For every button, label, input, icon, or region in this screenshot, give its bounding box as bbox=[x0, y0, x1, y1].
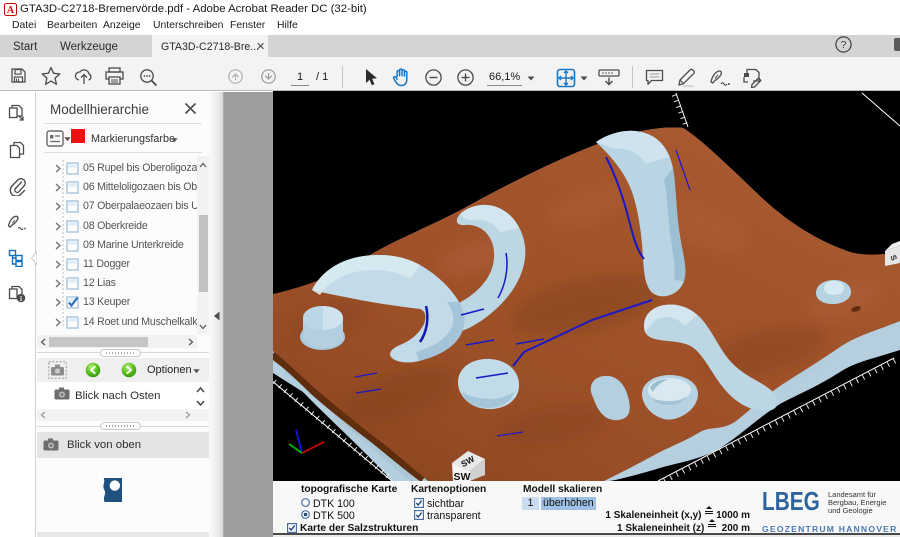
svg-text:A: A bbox=[7, 5, 15, 16]
svg-text:i: i bbox=[20, 295, 22, 303]
svg-text:?: ? bbox=[841, 39, 847, 51]
svg-text:SW: SW bbox=[454, 471, 471, 481]
